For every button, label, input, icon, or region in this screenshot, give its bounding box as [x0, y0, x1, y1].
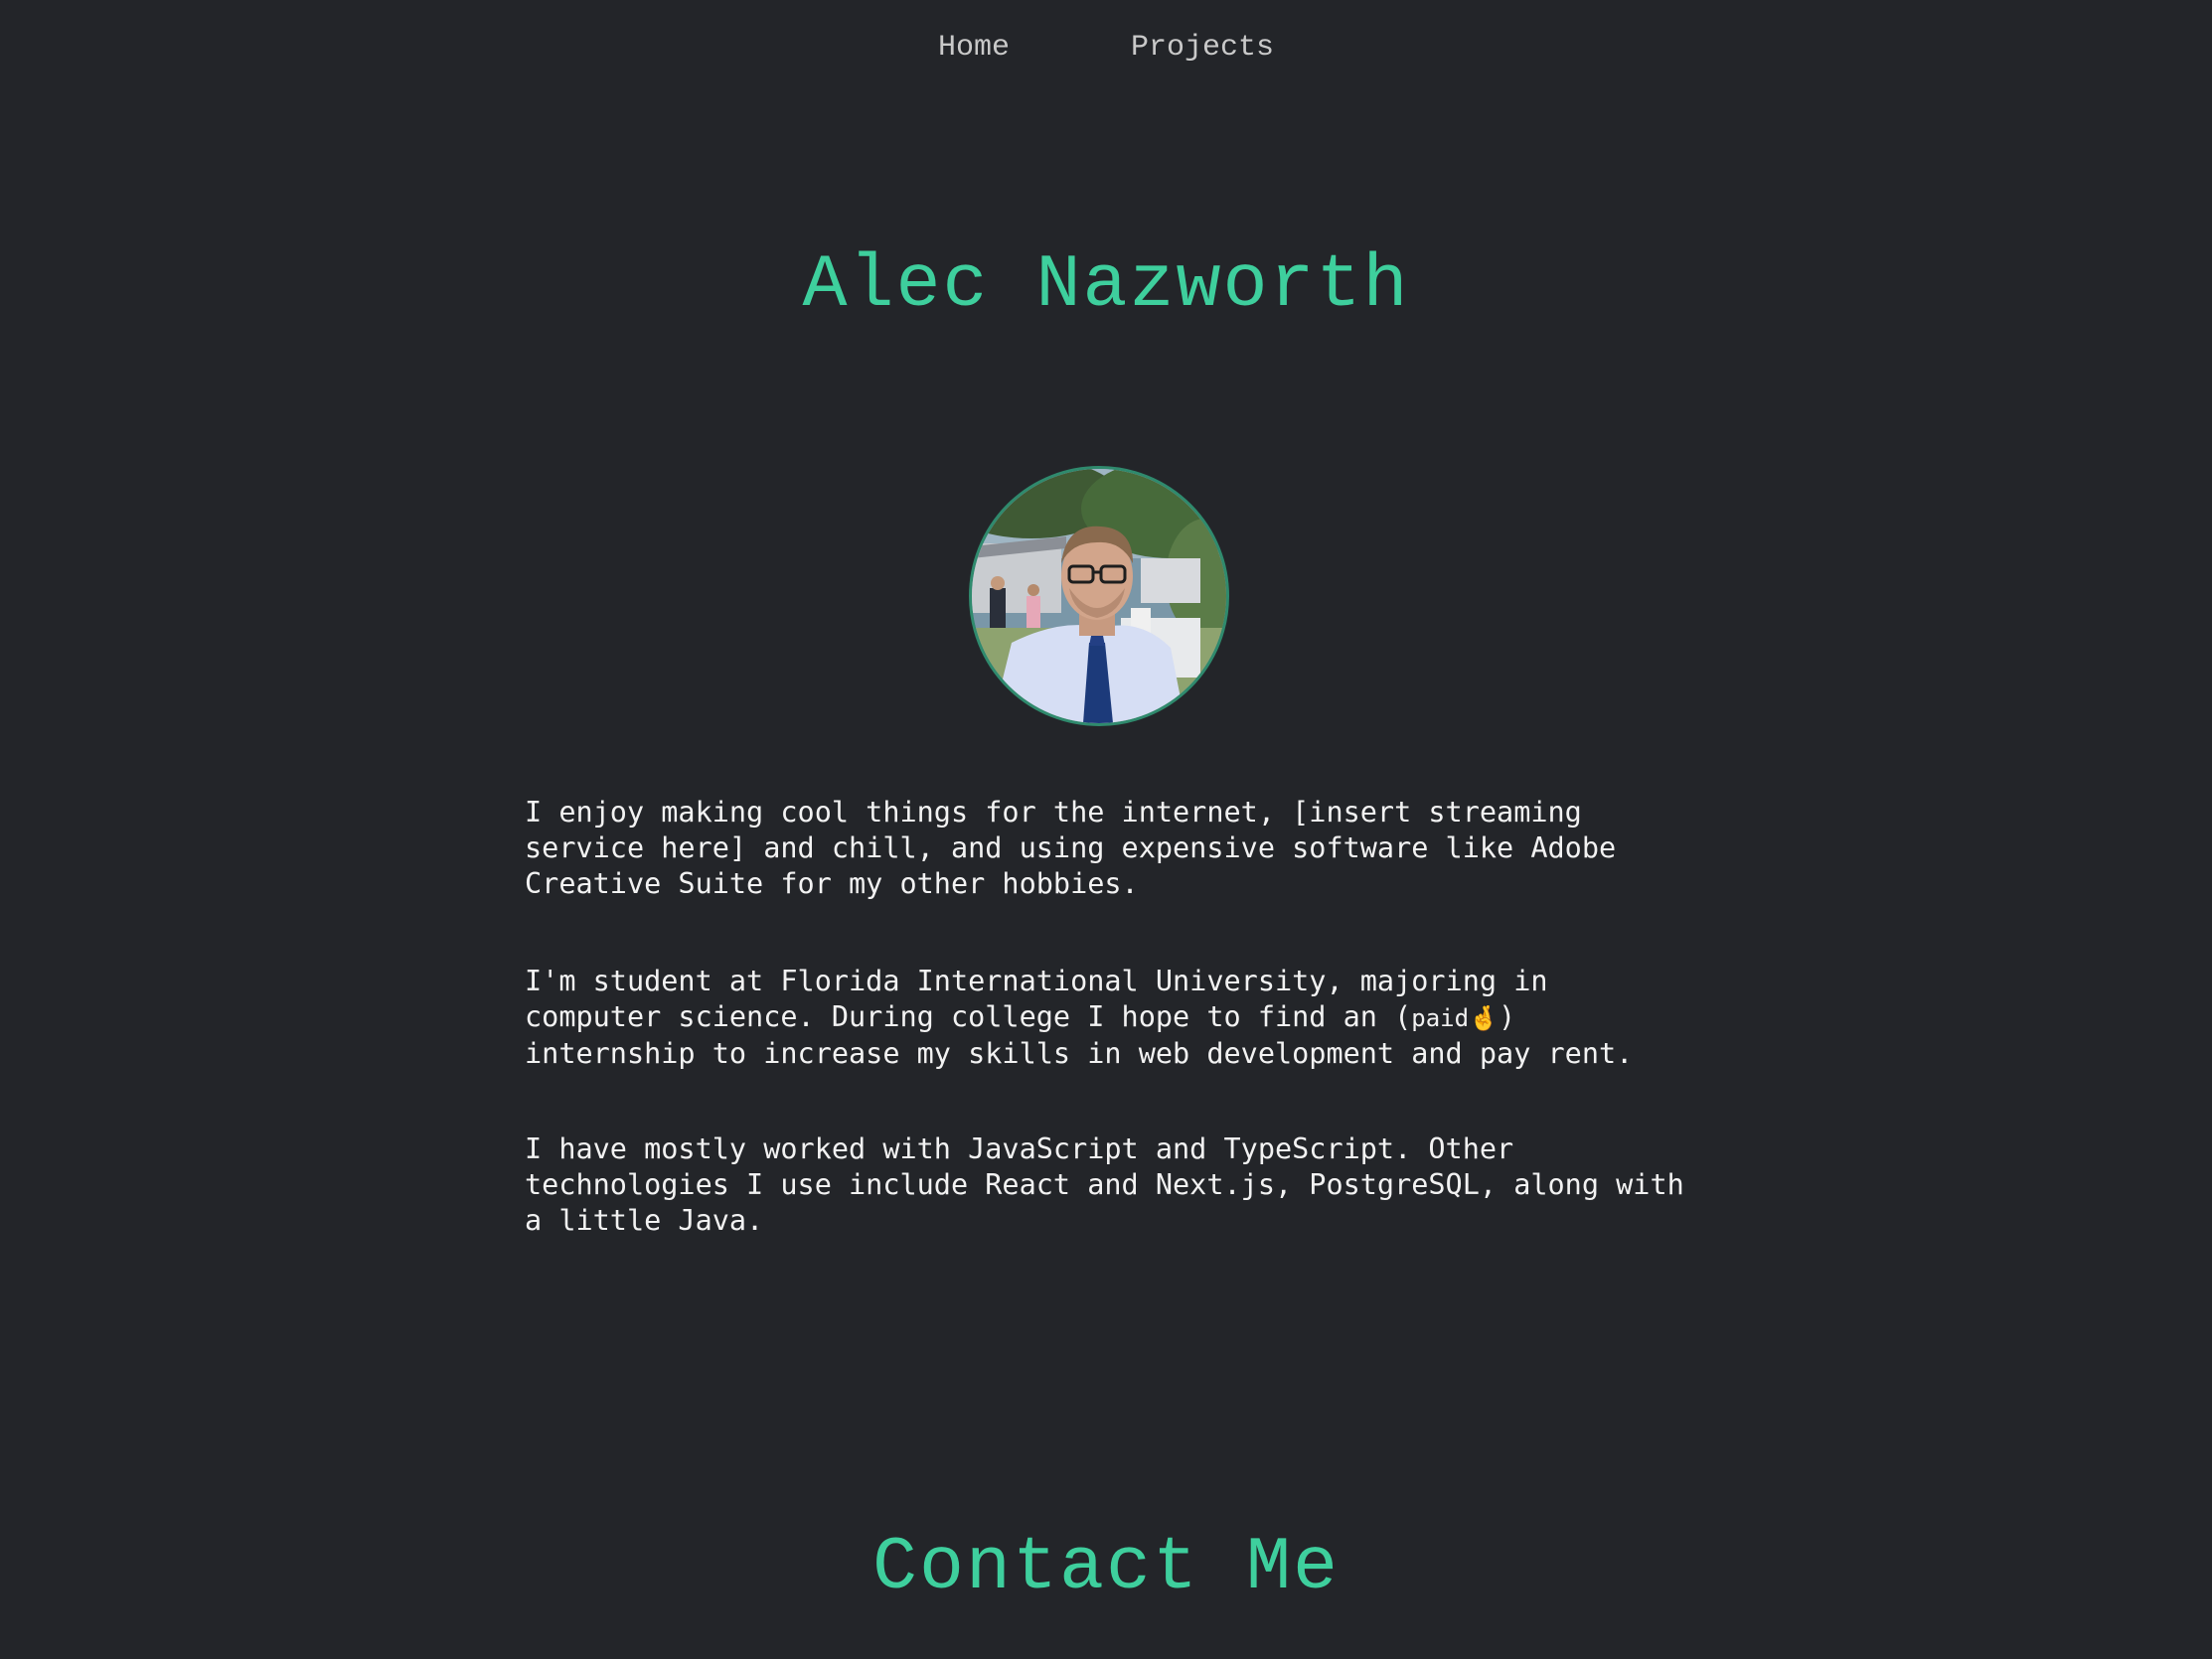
avatar [969, 466, 1229, 726]
bio-paragraph-technologies: I have mostly worked with JavaScript and… [525, 1132, 1684, 1237]
bio-section: I enjoy making cool things for the inter… [525, 795, 1687, 1300]
page-title: Alec Nazworth [802, 243, 1410, 328]
top-nav: Home Projects [0, 26, 2212, 75]
crossed-fingers-icon: 🤞 [1469, 1004, 1499, 1032]
bio-paid-text: paid [1411, 1004, 1470, 1032]
avatar-photo [972, 469, 1226, 723]
bio-education-text-start: I'm student at Florida International Uni… [525, 965, 1548, 1033]
contact-heading: Contact Me [871, 1526, 1341, 1610]
bio-paragraph-interests: I enjoy making cool things for the inter… [525, 796, 1617, 900]
bio-paragraph-education: I'm student at Florida International Uni… [525, 964, 1687, 1072]
nav-link-home[interactable]: Home [938, 26, 1010, 75]
nav-link-projects[interactable]: Projects [1131, 26, 1274, 75]
